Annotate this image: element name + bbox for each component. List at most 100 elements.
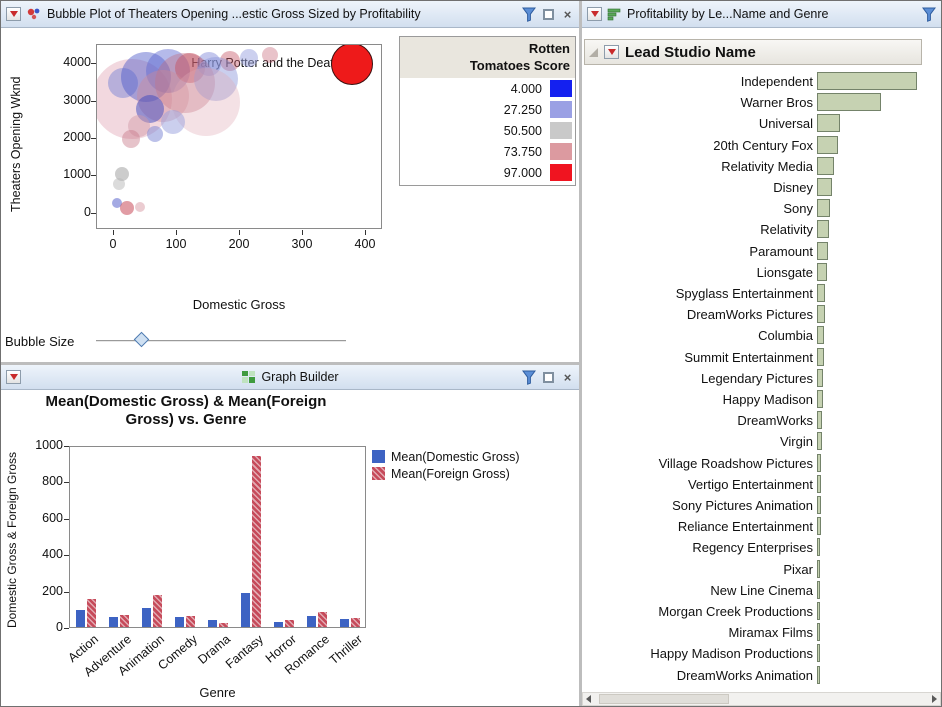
studio-bar[interactable]: [817, 93, 881, 111]
legend-item[interactable]: Mean(Domestic Gross): [372, 448, 520, 465]
studio-bar[interactable]: [817, 517, 821, 535]
legend-item[interactable]: 73.750: [400, 141, 575, 162]
bar-domestic-gross[interactable]: [340, 619, 349, 627]
bubble-size-slider[interactable]: [96, 332, 346, 350]
studio-bar[interactable]: [817, 496, 821, 514]
studio-label[interactable]: Village Roadshow Pictures: [582, 454, 813, 473]
studio-label[interactable]: Columbia: [582, 326, 813, 345]
studio-bar[interactable]: [817, 644, 820, 662]
studio-label[interactable]: Sony Pictures Animation: [582, 496, 813, 515]
studio-bar[interactable]: [817, 199, 830, 217]
close-icon[interactable]: ×: [561, 371, 574, 384]
studio-label[interactable]: Happy Madison Productions: [582, 644, 813, 663]
scroll-right-icon[interactable]: [932, 695, 937, 703]
window-icon[interactable]: [543, 9, 554, 20]
legend-item[interactable]: Mean(Foreign Gross): [372, 465, 520, 482]
studio-bar[interactable]: [817, 432, 822, 450]
bubble[interactable]: [135, 202, 145, 212]
bar-domestic-gross[interactable]: [274, 622, 283, 627]
legend-item[interactable]: 97.000: [400, 162, 575, 183]
legend-item[interactable]: 27.250: [400, 99, 575, 120]
studio-bar[interactable]: [817, 581, 820, 599]
red-triangle-menu-icon[interactable]: [6, 370, 21, 384]
studio-bar[interactable]: [817, 538, 820, 556]
bar-domestic-gross[interactable]: [241, 593, 250, 627]
studio-label[interactable]: Reliance Entertainment: [582, 517, 813, 536]
studio-label[interactable]: Relativity: [582, 220, 813, 239]
bubble[interactable]: [122, 130, 140, 148]
bar-domestic-gross[interactable]: [109, 617, 118, 627]
bar-domestic-gross[interactable]: [142, 608, 151, 627]
studio-label[interactable]: Vertigo Entertainment: [582, 475, 813, 494]
studio-bar[interactable]: [817, 72, 917, 90]
bar-foreign-gross[interactable]: [186, 616, 195, 627]
data-filter-icon[interactable]: [522, 7, 536, 22]
studio-label[interactable]: Universal: [582, 114, 813, 133]
red-triangle-menu-icon[interactable]: [6, 7, 21, 21]
studio-label[interactable]: Virgin: [582, 432, 813, 451]
studio-bar[interactable]: [817, 220, 829, 238]
bar-foreign-gross[interactable]: [318, 612, 327, 627]
studio-label[interactable]: Summit Entertainment: [582, 348, 813, 367]
data-filter-icon[interactable]: [922, 7, 936, 22]
studio-label[interactable]: DreamWorks: [582, 411, 813, 430]
studio-bar[interactable]: [817, 242, 828, 260]
legend-item[interactable]: 50.500: [400, 120, 575, 141]
bar-domestic-gross[interactable]: [76, 610, 85, 627]
studio-bar[interactable]: [817, 666, 820, 684]
bubble-plot-area[interactable]: Harry Potter and the Deat: [96, 44, 382, 229]
bar-domestic-gross[interactable]: [175, 617, 184, 627]
studio-bar[interactable]: [817, 157, 834, 175]
studio-label[interactable]: Relativity Media: [582, 157, 813, 176]
bar-chart-area[interactable]: [69, 446, 366, 628]
studio-label[interactable]: Lionsgate: [582, 263, 813, 282]
studio-label[interactable]: Happy Madison: [582, 390, 813, 409]
studio-label[interactable]: Legendary Pictures: [582, 369, 813, 388]
window-icon[interactable]: [543, 372, 554, 383]
slider-track[interactable]: [96, 340, 346, 342]
studio-label[interactable]: Regency Enterprises: [582, 538, 813, 557]
scroll-left-icon[interactable]: [586, 695, 591, 703]
studio-label[interactable]: 20th Century Fox: [582, 136, 813, 155]
studio-bar[interactable]: [817, 623, 820, 641]
bar-foreign-gross[interactable]: [285, 620, 294, 627]
bar-domestic-gross[interactable]: [208, 620, 217, 627]
studio-label[interactable]: Disney: [582, 178, 813, 197]
studio-label[interactable]: Spyglass Entertainment: [582, 284, 813, 303]
studio-bar[interactable]: [817, 284, 825, 302]
horizontal-scrollbar[interactable]: [582, 692, 941, 706]
studio-bar[interactable]: [817, 178, 832, 196]
studio-bar[interactable]: [817, 114, 840, 132]
data-filter-icon[interactable]: [522, 370, 536, 385]
studio-bar[interactable]: [817, 390, 823, 408]
studio-bar[interactable]: [817, 263, 827, 281]
studio-label[interactable]: DreamWorks Animation: [582, 666, 813, 685]
studio-bar[interactable]: [817, 411, 822, 429]
studio-label[interactable]: Morgan Creek Productions: [582, 602, 813, 621]
studio-label[interactable]: Pixar: [582, 560, 813, 579]
studio-label[interactable]: Independent: [582, 72, 813, 91]
bar-domestic-gross[interactable]: [307, 616, 316, 627]
bar-foreign-gross[interactable]: [219, 623, 228, 627]
bubble[interactable]: [113, 178, 125, 190]
studio-label[interactable]: Sony: [582, 199, 813, 218]
red-triangle-menu-icon[interactable]: [587, 7, 602, 21]
bar-foreign-gross[interactable]: [252, 456, 261, 627]
studio-bar[interactable]: [817, 348, 824, 366]
bubble[interactable]: [161, 110, 185, 134]
bubble[interactable]: [147, 126, 163, 142]
studio-label[interactable]: New Line Cinema: [582, 581, 813, 600]
studio-label[interactable]: Paramount: [582, 242, 813, 261]
studio-label[interactable]: Miramax Films: [582, 623, 813, 642]
studio-bar[interactable]: [817, 454, 821, 472]
slider-thumb[interactable]: [134, 332, 150, 348]
studio-label[interactable]: Warner Bros: [582, 93, 813, 112]
bar-foreign-gross[interactable]: [153, 595, 162, 627]
studio-bar[interactable]: [817, 136, 838, 154]
bubble[interactable]: [120, 201, 134, 215]
bubble[interactable]: [331, 44, 373, 85]
bar-foreign-gross[interactable]: [87, 599, 96, 627]
bar-foreign-gross[interactable]: [120, 615, 129, 627]
scrollbar-thumb[interactable]: [599, 694, 729, 704]
close-icon[interactable]: ×: [561, 8, 574, 21]
